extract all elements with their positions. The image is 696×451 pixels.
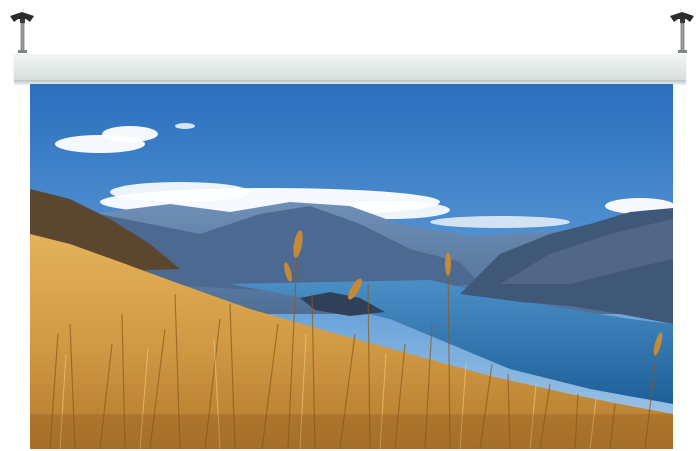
landscape-photo [30,84,673,449]
screen-housing [14,53,686,81]
projection-screen-scene [0,0,696,451]
ceiling-bracket-icon [670,12,694,54]
ceiling-bracket-icon [10,12,34,54]
projected-image [30,84,673,449]
